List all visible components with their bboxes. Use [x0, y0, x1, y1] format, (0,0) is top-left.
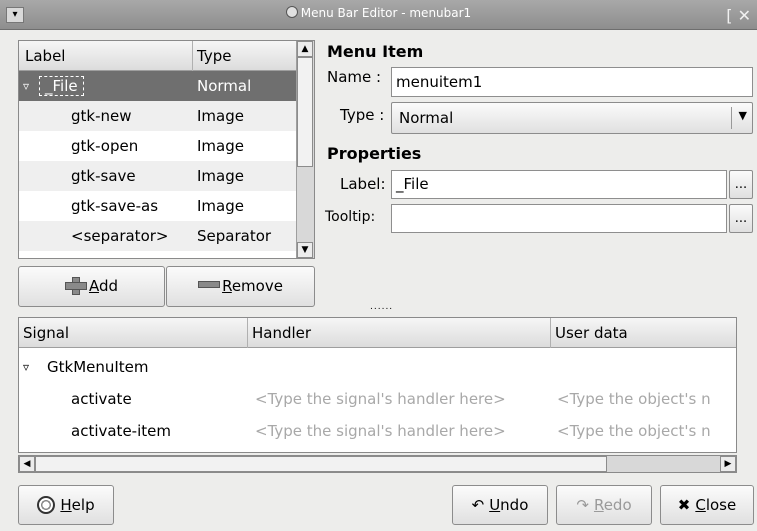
- label-label: Label:: [340, 175, 386, 193]
- properties-heading: Properties: [327, 144, 422, 163]
- title-bar: ▾ Menu Bar Editor - menubar1 [ ✕: [0, 0, 757, 30]
- undo-button[interactable]: ↶ Undo: [452, 485, 548, 525]
- tree-row[interactable]: gtk-save Image: [19, 161, 296, 191]
- signals-tree[interactable]: Signal Handler User data ▿ GtkMenuItem a…: [18, 317, 737, 453]
- hscroll-thumb[interactable]: [35, 456, 607, 472]
- tree-row-label: gtk-save: [71, 167, 136, 185]
- tree-row-label: _File: [39, 76, 84, 96]
- help-icon: [37, 496, 56, 514]
- expander-icon[interactable]: ▿: [23, 71, 29, 101]
- signal-row[interactable]: activate <Type the signal's handler here…: [19, 384, 736, 414]
- column-label-header[interactable]: Label: [25, 47, 65, 65]
- tooltip-ellipsis-button[interactable]: ...: [729, 204, 753, 233]
- tree-row[interactable]: gtk-open Image: [19, 131, 296, 161]
- tree-row[interactable]: <separator> Separator: [19, 221, 296, 251]
- menu-tree-header: Label Type: [19, 41, 296, 71]
- minus-icon: [198, 281, 221, 288]
- window-title: Menu Bar Editor - menubar1: [0, 6, 757, 20]
- help-button[interactable]: Help: [18, 485, 114, 525]
- type-label: Type :: [340, 106, 385, 124]
- label-field[interactable]: _File: [391, 170, 727, 199]
- close-icon: ✖: [677, 496, 691, 514]
- tree-row-label: <separator>: [71, 227, 169, 245]
- column-user-data-header[interactable]: User data: [555, 324, 628, 342]
- signals-hscrollbar[interactable]: ◀ ▶: [18, 455, 737, 473]
- menu-item-heading: Menu Item: [327, 42, 424, 61]
- tree-row[interactable]: gtk-save-as Image: [19, 191, 296, 221]
- scroll-up-icon[interactable]: ▲: [297, 41, 313, 57]
- menu-tree-scrollbar[interactable]: ▲ ▼: [296, 41, 314, 258]
- plus-icon: [64, 277, 87, 295]
- tree-row-label: gtk-save-as: [71, 197, 159, 215]
- scroll-right-icon[interactable]: ▶: [720, 456, 736, 472]
- redo-button[interactable]: ↷ Redo: [556, 485, 652, 525]
- close-button[interactable]: ✖ Close: [660, 485, 754, 525]
- add-button[interactable]: Add: [18, 266, 165, 307]
- tooltip-field[interactable]: [391, 204, 727, 233]
- tree-row-type: Image: [197, 107, 244, 125]
- scroll-thumb[interactable]: [297, 57, 313, 167]
- tree-row-selected[interactable]: ▿ _File Normal: [19, 71, 296, 101]
- name-field[interactable]: menuitem1: [391, 67, 753, 97]
- scroll-down-icon[interactable]: ▼: [297, 242, 313, 258]
- label-ellipsis-button[interactable]: ...: [729, 170, 753, 199]
- column-type-header[interactable]: Type: [197, 47, 231, 65]
- app-icon: [285, 6, 298, 18]
- signals-vscrollbar[interactable]: ▲ ▼: [736, 318, 737, 452]
- column-signal-header[interactable]: Signal: [23, 324, 69, 342]
- tree-row-type: Separator: [197, 227, 272, 245]
- expander-icon[interactable]: ▿: [23, 352, 29, 382]
- signal-row[interactable]: activate-item <Type the signal's handler…: [19, 416, 736, 446]
- undo-icon: ↶: [471, 496, 485, 514]
- type-combo[interactable]: Normal ▼: [391, 102, 753, 134]
- tree-row[interactable]: gtk-new Image: [19, 101, 296, 131]
- scroll-left-icon[interactable]: ◀: [19, 456, 35, 472]
- pane-handle[interactable]: ......: [370, 302, 393, 312]
- redo-icon: ↷: [576, 496, 589, 514]
- tree-row-type: Normal: [197, 77, 252, 95]
- signal-group-row[interactable]: ▿ GtkMenuItem: [19, 352, 736, 382]
- name-label: Name :: [327, 68, 382, 86]
- signals-header: Signal Handler User data: [19, 318, 736, 348]
- tree-row-label: gtk-open: [71, 137, 139, 155]
- tree-row-type: Image: [197, 197, 244, 215]
- remove-button[interactable]: Remove: [166, 266, 315, 307]
- dropdown-arrow-icon: ▼: [738, 109, 747, 122]
- tree-row-type: Image: [197, 167, 244, 185]
- menu-tree[interactable]: Label Type ▿ _File Normal gtk-new Image …: [18, 40, 315, 259]
- column-handler-header[interactable]: Handler: [252, 324, 311, 342]
- tooltip-label: Tooltip:: [325, 209, 376, 225]
- tree-row-label: gtk-new: [71, 107, 132, 125]
- tree-row-type: Image: [197, 137, 244, 155]
- window-close-button[interactable]: [ ✕: [726, 6, 751, 25]
